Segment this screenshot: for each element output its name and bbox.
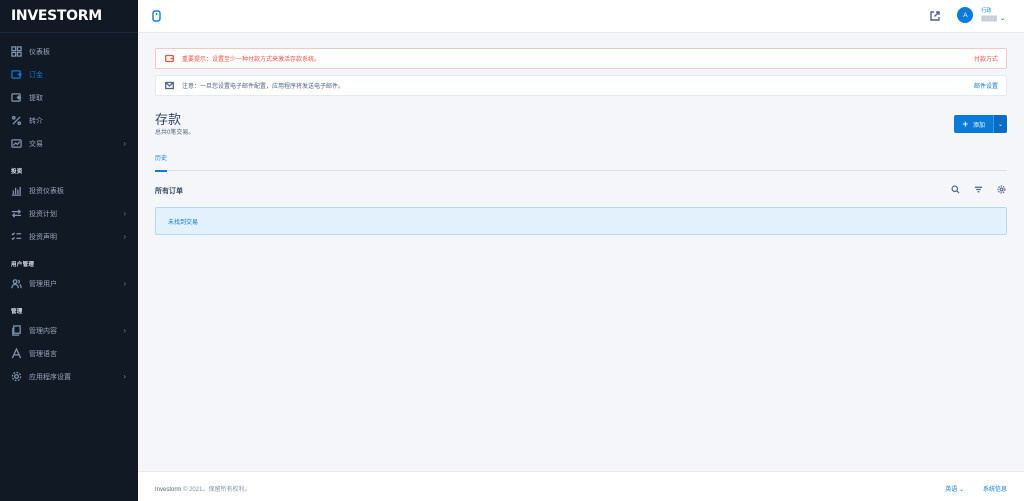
- sidebar-heading-users: 用户管理: [11, 262, 35, 268]
- chevron-right-icon: ›: [123, 279, 126, 288]
- add-button[interactable]: + 添加: [953, 115, 993, 133]
- search-icon[interactable]: [951, 185, 961, 195]
- page-subtitle: 总共0笔交易。: [155, 130, 195, 136]
- footer: Investorm © 2021。保留所有权利。 英语 ⌄ 系统信息: [138, 471, 1024, 501]
- user-role: 行政: [981, 8, 992, 14]
- wallet-out-icon: [11, 92, 22, 103]
- sidebar-item-manage-language[interactable]: 管理语言: [0, 342, 138, 365]
- plus-icon: +: [962, 119, 968, 129]
- chevron-right-icon: ›: [123, 209, 126, 218]
- copyright: Investorm © 2021。保留所有权利。: [155, 484, 250, 493]
- exchange-icon: [11, 208, 22, 219]
- language-selector[interactable]: 英语 ⌄: [945, 484, 964, 493]
- tab-history[interactable]: 历史: [155, 153, 168, 172]
- table-tools: [951, 185, 1007, 195]
- sidebar-item-label: 转介: [29, 117, 43, 125]
- chart-icon: [11, 138, 22, 149]
- top-header: A 行政 ▒▒▒▒ ⌄: [138, 0, 1024, 33]
- chevron-right-icon: ›: [123, 326, 126, 335]
- bar-chart-icon: [11, 185, 22, 196]
- empty-state-text: 未找到交易: [168, 219, 199, 226]
- add-dropdown-toggle[interactable]: ⌄: [993, 115, 1007, 133]
- sidebar-item-investment-statements[interactable]: 投资声明 ›: [0, 225, 138, 248]
- payment-methods-link[interactable]: 付款方式: [974, 54, 998, 63]
- email-alert-text: 注意：一旦您设置电子邮件配置，应用程序将发送电子邮件。: [182, 84, 345, 90]
- avatar: A: [957, 7, 974, 23]
- sidebar-item-dashboard[interactable]: 仪表板: [0, 40, 138, 63]
- chevron-right-icon: ›: [123, 139, 126, 148]
- user-menu[interactable]: A 行政 ▒▒▒▒ ⌄: [957, 7, 1005, 23]
- grid-icon: [11, 46, 22, 57]
- sidebar-item-investment-dashboard[interactable]: 投资仪表板: [0, 179, 138, 202]
- user-name: ▒▒▒▒: [981, 16, 997, 22]
- sidebar-heading-manage: 管理: [11, 309, 23, 315]
- chevron-down-icon: ⌄: [997, 121, 1004, 128]
- sidebar-item-label: 投资声明: [29, 233, 57, 241]
- main-content: 重要提示：设置至少一种付款方式来激活存款系统。 付款方式 注意：一旦您设置电子邮…: [138, 33, 1024, 471]
- sidebar-item-withdraw[interactable]: 提取: [0, 86, 138, 109]
- sidebar-item-referral[interactable]: 转介: [0, 109, 138, 132]
- list-check-icon: [11, 231, 22, 242]
- system-info-link[interactable]: 系统信息: [983, 484, 1007, 493]
- mail-icon: [165, 81, 174, 90]
- sidebar: INVESTORM 仪表板 订金 提取 转介 交易 › 投资 投资仪表板 投资计…: [0, 0, 138, 501]
- empty-state-message: 未找到交易: [155, 207, 1007, 235]
- payment-alert-text: 重要提示：设置至少一种付款方式来激活存款系统。: [182, 57, 321, 63]
- sidebar-item-label: 应用程序设置: [29, 373, 71, 381]
- wallet-alert-icon: [165, 54, 174, 63]
- sidebar-item-transactions[interactable]: 交易 ›: [0, 132, 138, 155]
- chevron-right-icon: ›: [123, 232, 126, 241]
- sidebar-item-label: 仪表板: [29, 48, 50, 56]
- email-setup-alert: 注意：一旦您设置电子邮件配置，应用程序将发送电子邮件。 邮件设置: [155, 75, 1007, 96]
- app-logo[interactable]: INVESTORM: [0, 0, 138, 33]
- external-link-icon[interactable]: [930, 11, 940, 23]
- sidebar-item-label: 投资计划: [29, 210, 57, 218]
- sidebar-nav: 仪表板 订金 提取 转介 交易 › 投资 投资仪表板 投资计划 › 投资声明 ›…: [0, 33, 138, 388]
- sidebar-item-label: 管理语言: [29, 350, 57, 358]
- mobile-device-icon[interactable]: [152, 10, 161, 24]
- wallet-in-icon: [11, 69, 22, 80]
- sidebar-item-app-settings[interactable]: 应用程序设置 ›: [0, 365, 138, 388]
- sidebar-item-investment-plans[interactable]: 投资计划 ›: [0, 202, 138, 225]
- sidebar-item-label: 管理用户: [29, 280, 57, 288]
- sidebar-item-deposit[interactable]: 订金: [0, 63, 138, 86]
- sidebar-item-manage-users[interactable]: 管理用户 ›: [0, 272, 138, 295]
- copyright-brand[interactable]: Investorm: [155, 487, 181, 493]
- sidebar-item-label: 交易: [29, 140, 43, 148]
- page-title: 存款: [155, 112, 182, 127]
- sidebar-heading-investment: 投资: [11, 169, 23, 175]
- files-icon: [11, 325, 22, 336]
- sidebar-item-label: 管理内容: [29, 327, 57, 335]
- email-settings-link[interactable]: 邮件设置: [974, 81, 998, 90]
- sidebar-item-label: 订金: [29, 71, 43, 79]
- tab-bar: 历史: [155, 149, 1007, 172]
- percent-icon: [11, 115, 22, 126]
- chevron-right-icon: ›: [123, 372, 126, 381]
- copyright-text: © 2021。保留所有权利。: [181, 487, 251, 493]
- section-title: 所有订单: [155, 188, 183, 195]
- chevron-down-icon: ⌄: [999, 16, 1005, 22]
- sidebar-item-label: 提取: [29, 94, 43, 102]
- sidebar-item-label: 投资仪表板: [29, 187, 64, 195]
- filter-icon[interactable]: [974, 185, 984, 195]
- add-deposit-button-group: + 添加 ⌄: [953, 115, 1007, 133]
- payment-method-alert: 重要提示：设置至少一种付款方式来激活存款系统。 付款方式: [155, 48, 1007, 69]
- chevron-down-icon: ⌄: [958, 487, 964, 493]
- users-icon: [11, 278, 22, 289]
- sidebar-item-manage-content[interactable]: 管理内容 ›: [0, 319, 138, 342]
- gear-icon: [11, 371, 22, 382]
- text-a-icon: [11, 348, 22, 359]
- settings-gear-icon[interactable]: [997, 185, 1007, 195]
